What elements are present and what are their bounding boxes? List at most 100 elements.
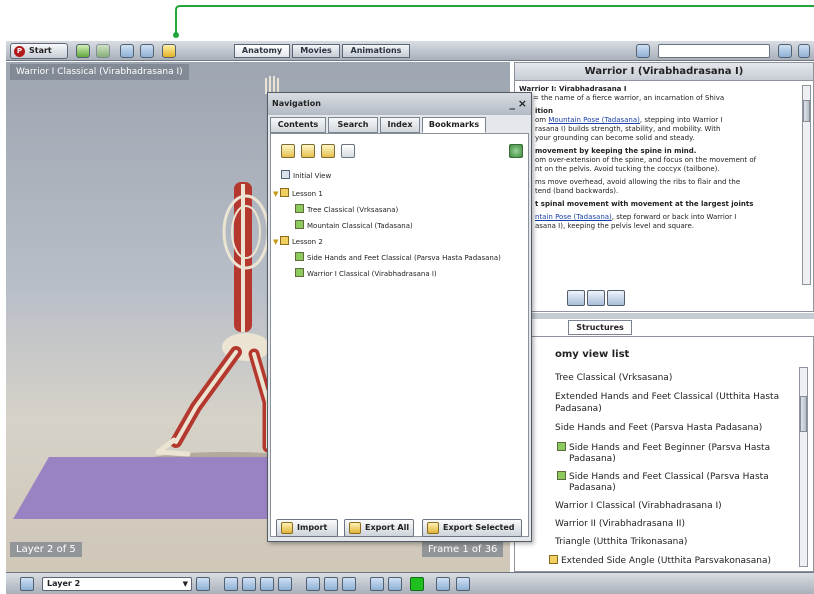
list-item[interactable]: Warrior II (Virabhadrasana II)	[555, 519, 685, 530]
list-item[interactable]: Triangle (Utthita Trikonasana)	[555, 537, 687, 548]
anatomy-skeleton-model[interactable]	[156, 172, 276, 462]
navigation-dialog: Navigation _ × Contents Search Index Boo…	[267, 92, 532, 542]
info-scrollbar-thumb[interactable]	[803, 100, 810, 122]
step-back-icon[interactable]	[242, 577, 256, 591]
tab-index[interactable]: Index	[380, 117, 420, 133]
window-icon[interactable]	[140, 44, 154, 58]
folder-icon	[280, 188, 289, 197]
view-icon	[295, 252, 304, 261]
view-icon	[295, 268, 304, 277]
info-line: om over-extension of the spine, and focu…	[535, 156, 757, 164]
tree-item[interactable]: Warrior I Classical (Virabhadrasana I)	[295, 268, 437, 281]
list-item: Padasana)	[569, 483, 616, 493]
list-scrollbar[interactable]	[799, 367, 808, 567]
info-line: nt on the pelvis. Avoid tucking the cocc…	[535, 165, 720, 173]
forward-arrow-icon[interactable]	[96, 44, 110, 58]
tree-item[interactable]: Mountain Classical (Tadasana)	[295, 220, 413, 233]
tab-contents[interactable]: Contents	[270, 117, 326, 133]
help-icon[interactable]	[798, 44, 810, 58]
print-icon[interactable]	[587, 290, 605, 306]
info-text: Warrior I: Virabhadrasana I = the name o…	[519, 85, 797, 285]
back-arrow-icon[interactable]	[76, 44, 90, 58]
folder-icon	[549, 555, 558, 564]
tab-movies[interactable]: Movies	[292, 44, 340, 58]
play-icon[interactable]	[260, 577, 274, 591]
view-icon	[295, 204, 304, 213]
navigation-title: Navigation	[272, 99, 321, 108]
zoom-icon[interactable]	[342, 577, 356, 591]
tab-bookmarks[interactable]: Bookmarks	[422, 117, 486, 133]
layers-icon[interactable]	[20, 577, 34, 591]
tab-anatomy[interactable]: Anatomy	[234, 44, 290, 58]
list-item[interactable]: Side Hands and Feet (Parsva Hasta Padasa…	[555, 423, 762, 434]
info-scrollbar[interactable]	[802, 85, 811, 285]
bottom-toolbar: Layer 2 ▼	[6, 572, 814, 594]
figure-icon[interactable]	[456, 577, 470, 591]
info-panel: Warrior I (Virabhadrasana I) Warrior I: …	[514, 62, 814, 312]
add-bookmark-icon[interactable]	[281, 144, 295, 158]
list-view-icon[interactable]	[436, 577, 450, 591]
tree-item[interactable]: Tree Classical (Vrksasana)	[295, 204, 398, 217]
delete-icon[interactable]	[341, 144, 355, 158]
home-icon[interactable]	[162, 44, 176, 58]
list-item[interactable]: Side Hands and Feet Beginner (Parsva Has…	[557, 442, 770, 454]
save-icon[interactable]	[120, 44, 134, 58]
info-line: your grounding can become solid and stea…	[535, 134, 695, 142]
list-item[interactable]: Extended Side Angle (Utthita Parsvakonas…	[549, 555, 771, 567]
info-line: tend (band backwards).	[535, 187, 619, 195]
layer-up-icon[interactable]	[196, 577, 210, 591]
info-line: , step forward or back into Warrior I	[611, 213, 737, 221]
search-icon[interactable]	[636, 44, 650, 58]
rotate-icon[interactable]	[224, 577, 238, 591]
start-label: Start	[29, 46, 52, 55]
select-icon[interactable]	[324, 577, 338, 591]
view-icon	[557, 471, 566, 480]
expand-arrow-icon[interactable]: ▼	[273, 188, 280, 201]
export-icon	[349, 522, 361, 534]
list-item[interactable]: Tree Classical (Vrksasana)	[555, 373, 672, 384]
tree-folder-lesson-2[interactable]: ▼ Lesson 2	[273, 236, 323, 249]
rename-icon[interactable]	[321, 144, 335, 158]
tab-animations[interactable]: Animations	[342, 44, 410, 58]
close-button[interactable]: ×	[518, 93, 527, 115]
globe-icon[interactable]	[509, 144, 523, 158]
bookmarks-panel: Initial View ▼ Lesson 1 Tree Classical (V…	[270, 133, 529, 537]
export-all-button[interactable]: Export All	[344, 519, 414, 537]
minimize-button[interactable]: _	[510, 93, 516, 115]
list-item: Padasana)	[555, 404, 602, 414]
label-icon[interactable]	[306, 577, 320, 591]
save-icon[interactable]	[607, 290, 625, 306]
info-back-icon[interactable]	[567, 290, 585, 306]
color-swatch-icon[interactable]	[410, 577, 424, 591]
import-icon	[281, 522, 293, 534]
settings-icon[interactable]	[778, 44, 792, 58]
expand-arrow-icon[interactable]: ▼	[273, 236, 280, 249]
tree-item-initial-view[interactable]: Initial View	[281, 170, 331, 183]
list-item[interactable]: Warrior I Classical (Virabhadrasana I)	[555, 501, 722, 512]
layer-select[interactable]: Layer 2 ▼	[42, 577, 192, 591]
save-icon[interactable]	[388, 577, 402, 591]
search-input[interactable]	[658, 44, 770, 58]
export-selected-button[interactable]: Export Selected	[422, 519, 522, 537]
step-forward-icon[interactable]	[278, 577, 292, 591]
view-list-panel: omy view list Tree Classical (Vrksasana)…	[514, 336, 814, 572]
list-item[interactable]: Side Hands and Feet Classical (Parsva Ha…	[557, 471, 769, 483]
tree-folder-lesson-1[interactable]: ▼ Lesson 1	[273, 188, 323, 201]
mountain-pose-link[interactable]: Mountain Pose (Tadasana)	[548, 116, 640, 124]
mountain-pose-link[interactable]: ntain Pose (Tadasana)	[519, 213, 612, 221]
tree-item[interactable]: Side Hands and Feet Classical (Parsva Ha…	[295, 252, 501, 265]
new-folder-icon[interactable]	[301, 144, 315, 158]
info-line: rasana I) builds strength, stability, an…	[535, 125, 721, 133]
panel-splitter[interactable]	[514, 313, 814, 319]
list-item[interactable]: Extended Hands and Feet Classical (Utthi…	[555, 392, 779, 403]
list-scrollbar-thumb[interactable]	[800, 396, 807, 432]
viewer-title: Warrior I Classical (Virabhadrasana I)	[10, 64, 189, 80]
frame-readout: Frame 1 of 36	[422, 542, 504, 557]
print-icon[interactable]	[370, 577, 384, 591]
start-button[interactable]: P Start	[10, 43, 68, 59]
tab-structures[interactable]: Structures	[568, 320, 632, 335]
tab-search[interactable]: Search	[328, 117, 378, 133]
list-item: Padasana)	[569, 454, 616, 464]
import-button[interactable]: Import	[276, 519, 338, 537]
navigation-title-bar[interactable]: Navigation _ ×	[268, 93, 531, 115]
